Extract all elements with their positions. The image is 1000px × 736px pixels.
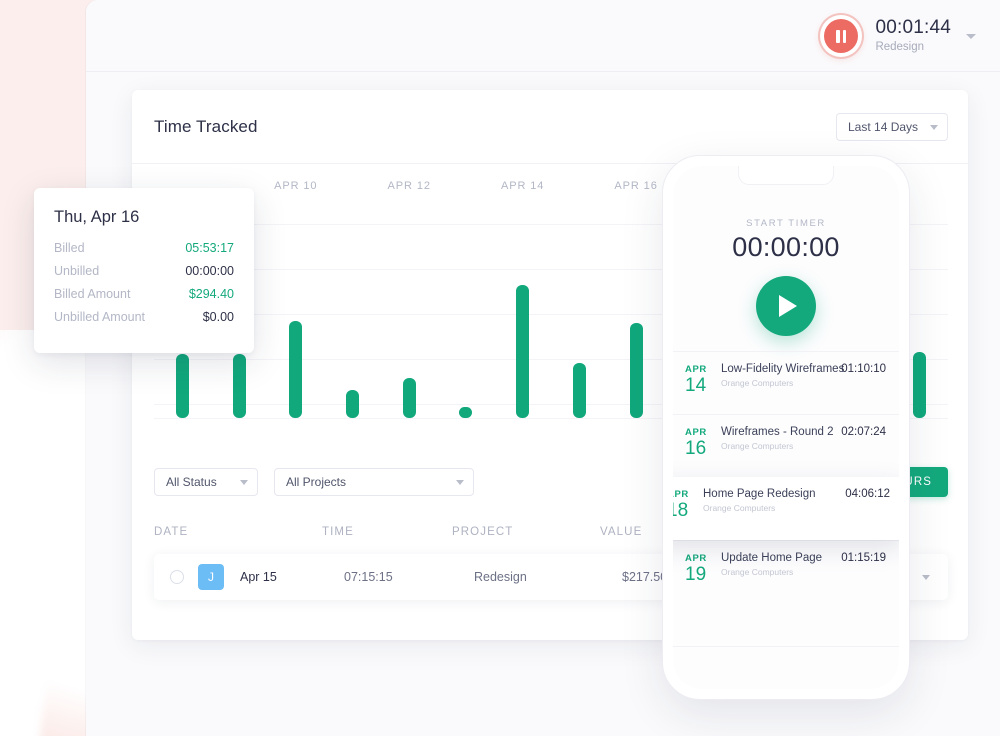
phone-notch xyxy=(738,166,834,185)
tooltip-row: Unbilled 00:00:00 xyxy=(54,264,234,278)
entry-day: 19 xyxy=(685,564,707,585)
row-select-checkbox[interactable] xyxy=(170,570,184,584)
phone-timer-display: 00:00:00 xyxy=(732,232,840,262)
tooltip-date: Thu, Apr 16 xyxy=(54,208,140,226)
tooltip-row-label: Unbilled Amount xyxy=(54,310,146,324)
tooltip-row-value: $0.00 xyxy=(202,310,234,324)
chart-bar[interactable] xyxy=(459,407,473,418)
date-range-select[interactable]: Last 14 Days xyxy=(836,113,948,141)
card-header: Time Tracked Last 14 Days xyxy=(132,90,968,164)
cell-date: Apr 15 xyxy=(240,570,277,584)
time-entry-item[interactable]: APR 16 Wireframes - Round 2 Orange Computer… xyxy=(673,414,899,477)
entry-client: Orange Computers xyxy=(721,567,794,577)
entry-duration: 02:07:24 xyxy=(841,426,886,438)
tooltip-row-value: $294.40 xyxy=(188,287,234,301)
app-header: 00:01:44 Redesign xyxy=(86,0,1000,72)
x-axis-tick: APR 16 xyxy=(614,180,658,192)
chart-bar[interactable] xyxy=(629,322,643,418)
time-entry-item[interactable]: APR 19 Update Home Page Orange Computers 01:… xyxy=(673,540,899,603)
cell-project: Redesign xyxy=(474,570,527,584)
column-header: TIME xyxy=(322,526,354,538)
tooltip-row-label: Unbilled xyxy=(54,264,100,278)
chart-bar[interactable] xyxy=(175,354,189,418)
column-header: DATE xyxy=(154,526,189,538)
entry-duration: 01:15:19 xyxy=(841,552,886,564)
avatar: J xyxy=(198,564,224,590)
chart-bar[interactable] xyxy=(346,390,359,418)
tooltip-rows: Billed 05:53:17 Unbilled 00:00:00 Billed Amo… xyxy=(54,241,234,324)
tooltip-row-value: 00:00:00 xyxy=(185,264,234,278)
chart-bar[interactable] xyxy=(572,362,586,418)
entry-client: Orange Computers xyxy=(703,503,776,513)
entry-month: APR xyxy=(685,427,707,438)
timer-elapsed: 00:01:44 xyxy=(875,17,951,39)
column-header: VALUE xyxy=(600,526,643,538)
start-timer-button[interactable] xyxy=(756,276,816,336)
column-header: PROJECT xyxy=(452,526,514,538)
entry-day: 14 xyxy=(685,375,707,396)
chevron-down-icon xyxy=(240,479,248,485)
cell-time: 07:15:15 xyxy=(344,570,393,584)
time-entry-item[interactable]: APR18 Home Page Redesign Orange Computers 0… xyxy=(673,477,899,540)
entry-day: 18 xyxy=(673,500,689,521)
x-axis-tick: APR 14 xyxy=(500,180,545,192)
pause-icon xyxy=(824,19,859,53)
timer-project-name: Redesign xyxy=(875,41,925,54)
chart-bar[interactable] xyxy=(232,354,246,418)
entry-client: Orange Computers xyxy=(721,378,794,388)
x-axis-tick: APR 10 xyxy=(274,180,318,192)
entry-day: 16 xyxy=(685,438,707,459)
project-filter-label: All Projects xyxy=(286,475,347,489)
chart-bar[interactable] xyxy=(516,284,530,418)
x-axis-tick: APR 12 xyxy=(387,180,431,192)
tooltip-row-value: 05:53:17 xyxy=(185,241,234,255)
start-timer-label: START TIMER xyxy=(746,218,826,229)
cell-value: $217.50 xyxy=(622,570,668,584)
phone-divider xyxy=(673,646,899,647)
page-title: Time Tracked xyxy=(154,117,258,136)
entry-duration: 01:10:10 xyxy=(841,363,886,375)
entry-month: APR xyxy=(685,553,707,564)
entry-client: Orange Computers xyxy=(721,441,794,451)
pause-timer-button[interactable] xyxy=(820,15,863,57)
chart-bar[interactable] xyxy=(402,377,416,418)
play-icon xyxy=(779,295,797,317)
chevron-down-icon[interactable] xyxy=(966,33,976,39)
date-range-label: Last 14 Days xyxy=(848,120,919,134)
entry-task: Home Page Redesign xyxy=(703,488,816,500)
chevron-down-icon[interactable] xyxy=(922,574,930,580)
phone-screen: START TIMER 00:00:00 APR 14 Low-Fidelity W… xyxy=(673,166,899,689)
tooltip-row: Unbilled Amount $0.00 xyxy=(54,310,234,324)
entry-month: APR xyxy=(685,364,707,375)
chevron-down-icon xyxy=(456,479,464,485)
tooltip-row-label: Billed Amount xyxy=(54,287,131,301)
entry-duration: 04:06:12 xyxy=(845,488,890,500)
time-entry-list: APR 14 Low-Fidelity Wireframes Orange Compu… xyxy=(673,351,899,603)
entry-task: Low-Fidelity Wireframes xyxy=(721,363,845,375)
tooltip-row: Billed Amount $294.40 xyxy=(54,287,234,301)
entry-task: Wireframes - Round 2 xyxy=(721,426,834,438)
tooltip-row-label: Billed xyxy=(54,241,85,255)
entry-task: Update Home Page xyxy=(721,552,823,564)
chart-bar[interactable] xyxy=(913,352,927,418)
status-filter-label: All Status xyxy=(166,475,217,489)
running-timer-widget[interactable]: 00:01:44 Redesign xyxy=(820,15,976,57)
entry-month: APR xyxy=(673,489,689,500)
tooltip-row: Billed 05:53:17 xyxy=(54,241,234,255)
timer-text-group: 00:01:44 Redesign xyxy=(875,17,951,54)
project-filter-select[interactable]: All Projects xyxy=(274,468,474,496)
screenshot-root: 00:01:44 Redesign Time Tracked Last 14 D… xyxy=(0,0,1000,736)
phone-mockup: START TIMER 00:00:00 APR 14 Low-Fidelity W… xyxy=(662,155,910,700)
chart-bar[interactable] xyxy=(289,320,303,418)
time-entry-item[interactable]: APR 14 Low-Fidelity Wireframes Orange Compu… xyxy=(673,351,899,414)
chevron-down-icon xyxy=(930,124,938,130)
status-filter-select[interactable]: All Status xyxy=(154,468,258,496)
chart-tooltip: Thu, Apr 16 Billed 05:53:17 Unbilled 00:00:… xyxy=(34,188,254,353)
